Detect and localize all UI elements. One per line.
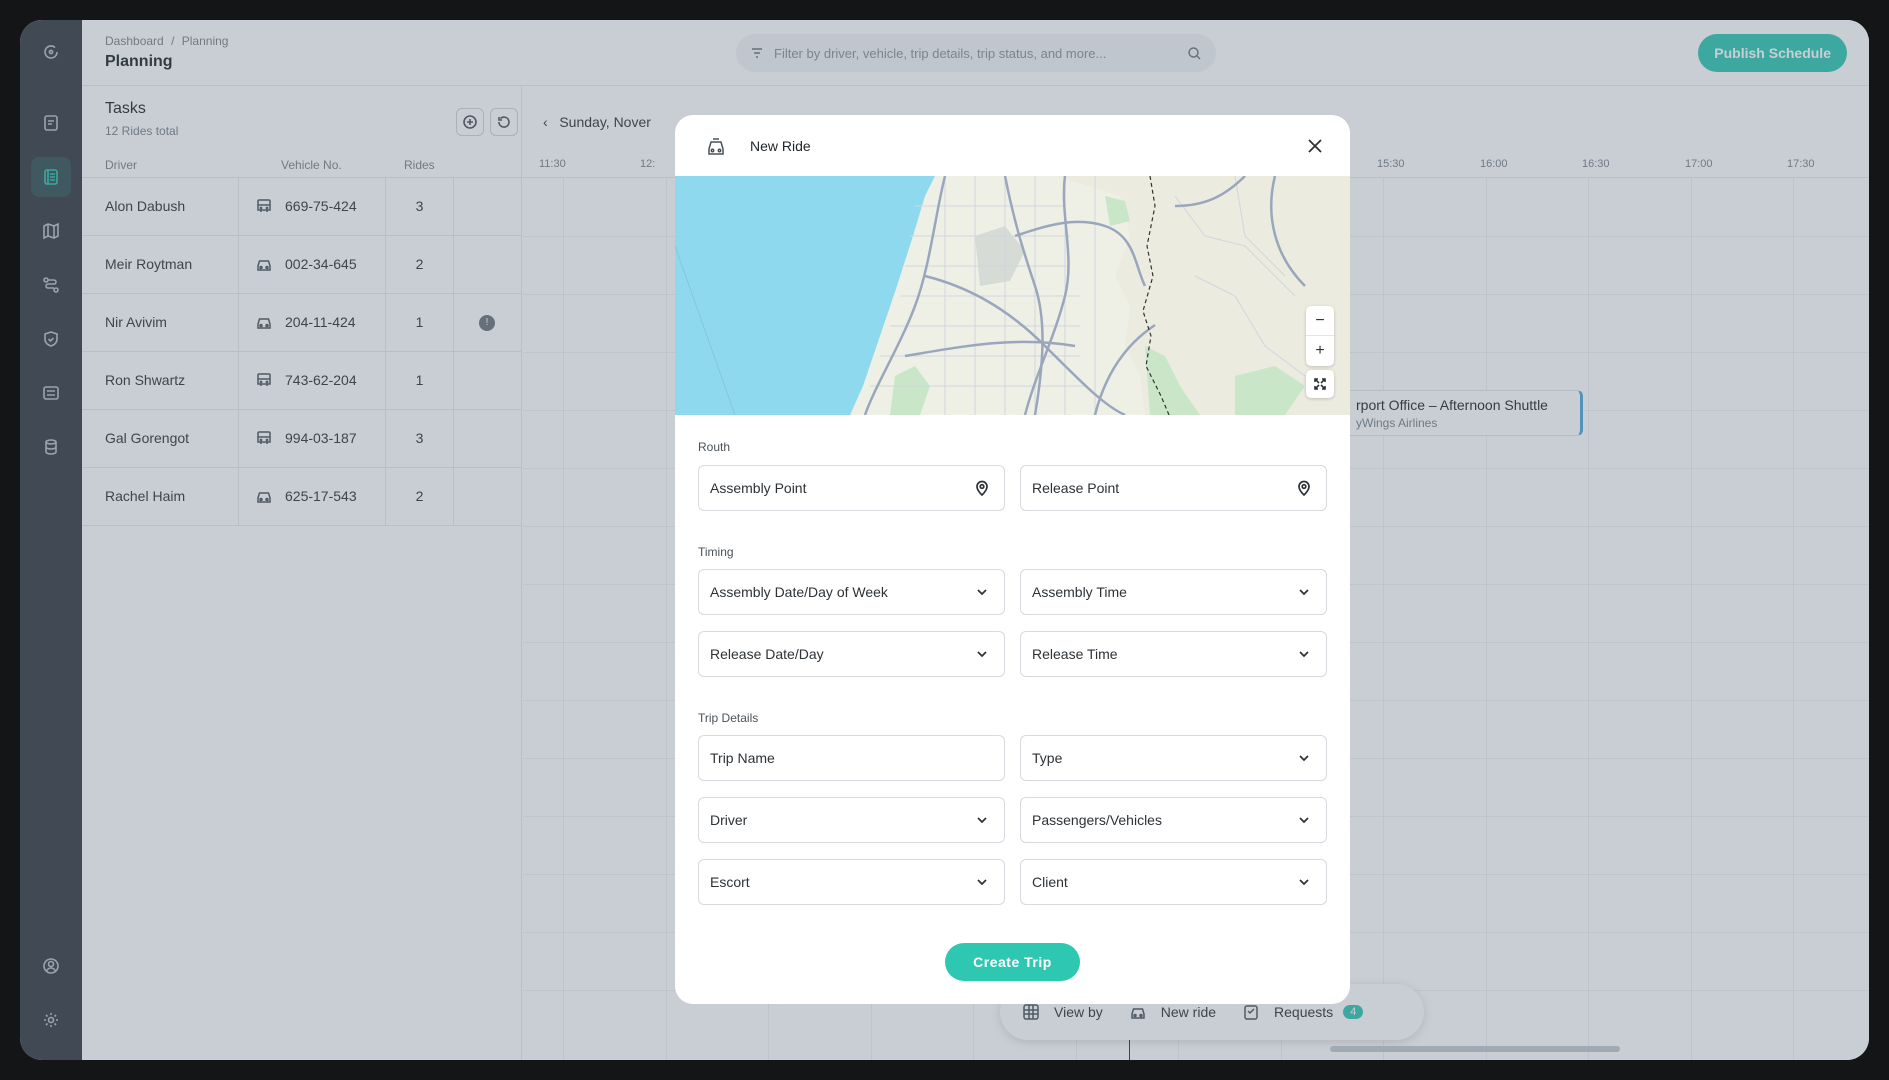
close-icon (1308, 139, 1322, 153)
assembly-point-placeholder: Assembly Point (710, 480, 807, 496)
chevron-down-icon (1299, 589, 1309, 596)
release-date-placeholder: Release Date/Day (710, 646, 824, 662)
route-map[interactable]: − + (675, 176, 1350, 415)
modal-header: New Ride (675, 115, 1350, 176)
assembly-time-select[interactable]: Assembly Time (1020, 569, 1327, 615)
release-time-placeholder: Release Time (1032, 646, 1118, 662)
section-route: Routh (698, 440, 731, 454)
escort-select[interactable]: Escort (698, 859, 1005, 905)
create-trip-button[interactable]: Create Trip (945, 943, 1080, 981)
car-icon (708, 138, 724, 155)
trip-name-input[interactable]: Trip Name (698, 735, 1005, 781)
chevron-down-icon (977, 879, 987, 886)
chevron-down-icon (977, 589, 987, 596)
release-date-select[interactable]: Release Date/Day (698, 631, 1005, 677)
map-tiles (675, 176, 1350, 415)
map-zoom-controls: − + (1306, 306, 1334, 366)
close-button[interactable] (1304, 135, 1326, 157)
release-time-select[interactable]: Release Time (1020, 631, 1327, 677)
chevron-down-icon (1299, 755, 1309, 762)
driver-select[interactable]: Driver (698, 797, 1005, 843)
location-pin-icon (976, 480, 988, 496)
chevron-down-icon (1299, 879, 1309, 886)
zoom-out-button[interactable]: − (1306, 306, 1334, 336)
chevron-down-icon (977, 817, 987, 824)
expand-icon (1314, 378, 1326, 390)
chevron-down-icon (977, 651, 987, 658)
chevron-down-icon (1299, 817, 1309, 824)
location-pin-icon (1298, 480, 1310, 496)
section-timing: Timing (698, 545, 734, 559)
new-ride-modal: New Ride − + Routh Assembly Point Releas… (675, 115, 1350, 1004)
driver-placeholder: Driver (710, 812, 748, 828)
client-select[interactable]: Client (1020, 859, 1327, 905)
type-select[interactable]: Type (1020, 735, 1327, 781)
trip-name-placeholder: Trip Name (710, 750, 775, 766)
assembly-date-placeholder: Assembly Date/Day of Week (710, 584, 888, 600)
escort-placeholder: Escort (710, 874, 750, 890)
passengers-select[interactable]: Passengers/Vehicles (1020, 797, 1327, 843)
fullscreen-button[interactable] (1306, 370, 1334, 398)
type-placeholder: Type (1032, 750, 1063, 766)
release-point-placeholder: Release Point (1032, 480, 1120, 496)
app-window: Dashboard / Planning Planning Filter by … (20, 20, 1869, 1060)
section-trip-details: Trip Details (698, 711, 759, 725)
passengers-placeholder: Passengers/Vehicles (1032, 812, 1162, 828)
assembly-time-placeholder: Assembly Time (1032, 584, 1127, 600)
modal-title: New Ride (750, 138, 811, 154)
zoom-in-button[interactable]: + (1306, 336, 1334, 366)
client-placeholder: Client (1032, 874, 1068, 890)
assembly-point-input[interactable]: Assembly Point (698, 465, 1005, 511)
assembly-date-select[interactable]: Assembly Date/Day of Week (698, 569, 1005, 615)
chevron-down-icon (1299, 651, 1309, 658)
release-point-input[interactable]: Release Point (1020, 465, 1327, 511)
